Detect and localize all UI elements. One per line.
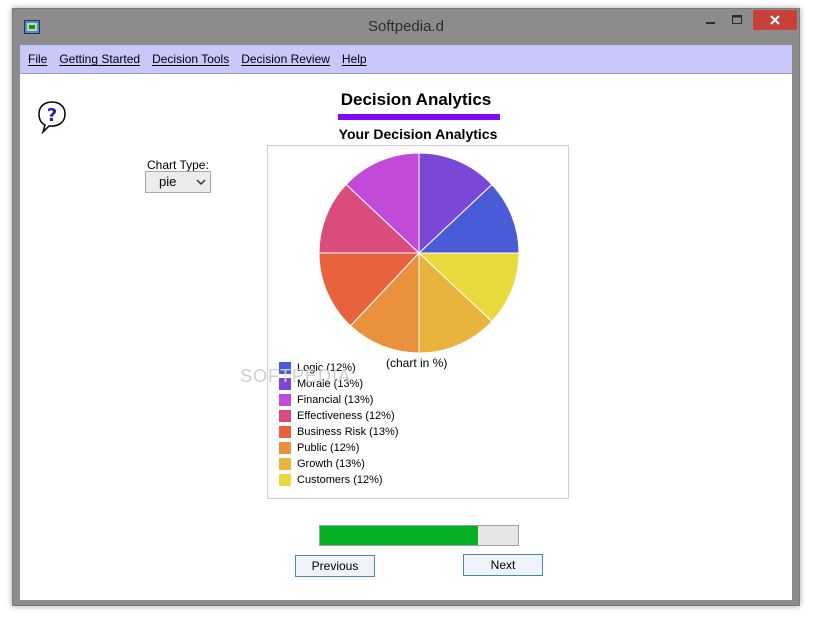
close-button[interactable] (753, 10, 797, 30)
menu-getting-started[interactable]: Getting Started (59, 52, 140, 66)
menu-decision-review[interactable]: Decision Review (241, 52, 330, 66)
page-title: Decision Analytics (340, 90, 492, 109)
previous-button[interactable]: Previous (295, 555, 375, 577)
menu-help[interactable]: Help (342, 52, 367, 66)
svg-text:?: ? (47, 105, 57, 126)
chart-type-select[interactable]: pie (145, 171, 211, 193)
window-border-right (792, 45, 799, 605)
chart-area: (chart in %) Logic (12%) Morale (13%) Fina… (267, 145, 569, 499)
main-content: ? Decision Analytics Your Decision Analy… (20, 74, 792, 600)
chevron-down-icon (196, 179, 206, 186)
help-icon[interactable]: ? (35, 100, 69, 134)
legend-swatch (279, 442, 291, 454)
legend-label: Customers (12%) (297, 474, 383, 486)
next-button[interactable]: Next (463, 554, 543, 576)
window-title: Softpedia.d (368, 18, 444, 35)
menu-decision-tools[interactable]: Decision Tools (152, 52, 229, 66)
title-underline (338, 114, 500, 120)
legend-item: Business Risk (13%) (279, 424, 398, 440)
watermark: SOFTPEDIA (240, 366, 352, 386)
chart-title: Your Decision Analytics (338, 126, 498, 142)
minimize-icon (706, 22, 715, 24)
legend-label: Public (12%) (297, 442, 360, 454)
maximize-icon (732, 15, 742, 24)
legend-item: Public (12%) (279, 440, 398, 456)
chart-type-label: Chart Type: (147, 158, 209, 172)
progress-bar (319, 525, 519, 546)
legend-item: Growth (13%) (279, 456, 398, 472)
legend-swatch (279, 426, 291, 438)
legend-swatch (279, 410, 291, 422)
window-border-left (13, 45, 20, 605)
maximize-button[interactable] (724, 10, 750, 30)
title-bar[interactable]: Softpedia.d (13, 9, 799, 45)
legend-label: Growth (13%) (297, 458, 365, 470)
app-window: Softpedia.d File Getting Started Decisio… (12, 8, 800, 606)
progress-fill (320, 526, 479, 545)
legend-item: Financial (13%) (279, 392, 398, 408)
legend-swatch (279, 394, 291, 406)
legend-item: Customers (12%) (279, 472, 398, 488)
menu-bar: File Getting Started Decision Tools Deci… (20, 45, 792, 74)
menu-file[interactable]: File (28, 52, 47, 66)
legend-label: Effectiveness (12%) (297, 410, 395, 422)
legend-item: Effectiveness (12%) (279, 408, 398, 424)
legend-label: Business Risk (13%) (297, 426, 399, 438)
legend-swatch (279, 458, 291, 470)
minimize-button[interactable] (698, 10, 724, 30)
close-icon (770, 15, 780, 25)
legend-swatch (279, 474, 291, 486)
chart-type-value: pie (159, 174, 177, 189)
legend-label: Financial (13%) (297, 394, 374, 406)
